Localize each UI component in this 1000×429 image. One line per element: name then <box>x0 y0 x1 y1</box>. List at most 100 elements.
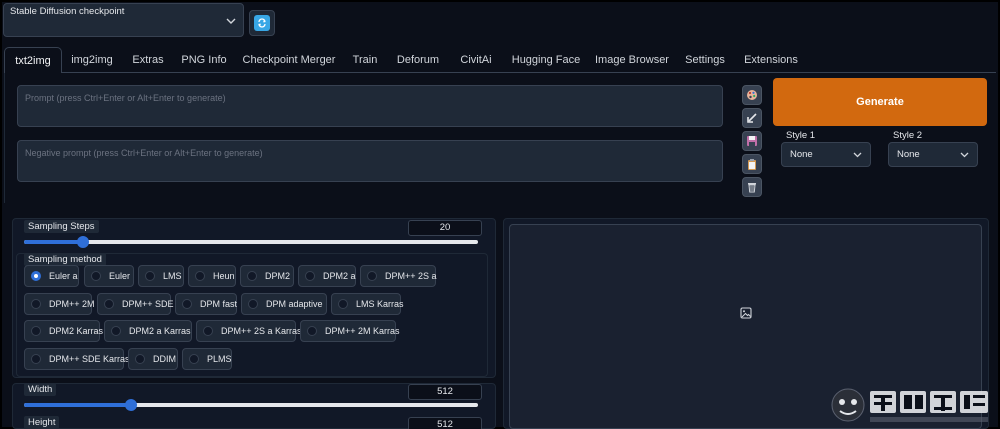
style-1-value: None <box>790 149 813 160</box>
interrogate-button[interactable] <box>742 85 762 105</box>
tab-extras[interactable]: Extras <box>128 47 168 73</box>
main-tabs: txt2img img2img Extras PNG Info Checkpoi… <box>4 47 996 73</box>
width-label: Width <box>24 383 57 396</box>
style-1-select[interactable]: None <box>781 142 871 167</box>
sampling-steps-label: Sampling Steps <box>24 220 99 233</box>
chevron-down-icon <box>853 152 862 158</box>
generate-button[interactable]: Generate <box>773 78 987 126</box>
sampler-label: DPM adaptive <box>266 299 323 309</box>
checkpoint-dropdown[interactable]: Stable Diffusion checkpoint <box>3 3 244 37</box>
sampler-dpmpp-2m-karras[interactable]: DPM++ 2M Karras <box>300 320 400 342</box>
sampler-dpm2-karras[interactable]: DPM2 Karras <box>24 320 104 342</box>
radio-dot <box>31 354 41 364</box>
read-params-button[interactable] <box>742 108 762 128</box>
radio-dot <box>247 271 257 281</box>
tab-txt2img[interactable]: txt2img <box>4 47 62 73</box>
sampler-dpmpp-2s-a-karras[interactable]: DPM++ 2S a Karras <box>196 320 302 342</box>
radio-dot <box>182 299 192 309</box>
radio-dot <box>195 271 205 281</box>
tab-deforum[interactable]: Deforum <box>395 47 441 73</box>
sampler-dpm2-a[interactable]: DPM2 a <box>298 265 356 287</box>
radio-dot <box>111 326 121 336</box>
style-2-value: None <box>897 149 920 160</box>
height-label: Height <box>24 416 60 429</box>
sampler-label: DPM2 a Karras <box>129 326 191 336</box>
slider-thumb[interactable] <box>77 236 90 248</box>
sampler-dpmpp-2m[interactable]: DPM++ 2M <box>24 293 95 315</box>
style-2-label: Style 2 <box>893 130 923 141</box>
trash-icon <box>748 183 756 193</box>
image-placeholder-icon <box>740 307 752 319</box>
sampler-lms-karras[interactable]: LMS Karras <box>331 293 404 315</box>
tab-png-info[interactable]: PNG Info <box>180 47 228 73</box>
sampler-dpm-fast[interactable]: DPM fast <box>175 293 237 315</box>
style-2-select[interactable]: None <box>888 142 978 167</box>
sampling-steps-input[interactable]: 20 <box>408 220 482 236</box>
sampler-euler[interactable]: Euler <box>84 265 134 287</box>
sampler-heun[interactable]: Heun <box>188 265 236 287</box>
width-input[interactable]: 512 <box>408 384 482 400</box>
sampler-label: LMS Karras <box>356 299 404 309</box>
site-watermark-logo <box>831 388 988 422</box>
sampler-dpm2-a-karras[interactable]: DPM2 a Karras <box>104 320 192 342</box>
sampler-ddim[interactable]: DDIM <box>128 348 178 370</box>
refresh-icon <box>254 15 270 31</box>
tab-image-browser[interactable]: Image Browser <box>594 47 670 73</box>
tab-checkpoint-merger[interactable]: Checkpoint Merger <box>242 47 336 73</box>
slider-thumb[interactable] <box>124 399 137 411</box>
chevron-down-icon <box>960 152 969 158</box>
radio-dot <box>203 326 213 336</box>
tab-extensions[interactable]: Extensions <box>742 47 800 73</box>
sampler-dpm2[interactable]: DPM2 <box>240 265 294 287</box>
tab-civitai[interactable]: CivitAi <box>456 47 496 73</box>
sampler-plms[interactable]: PLMS <box>182 348 232 370</box>
sampler-lms[interactable]: LMS <box>138 265 184 287</box>
sampler-dpmpp-2s-a[interactable]: DPM++ 2S a <box>360 265 437 287</box>
sampler-label: DPM++ 2S a <box>385 271 437 281</box>
sampler-label: DDIM <box>153 354 176 364</box>
arrow-down-left-icon <box>747 113 757 123</box>
tab-train[interactable]: Train <box>348 47 382 73</box>
sampler-label: DPM2 Karras <box>49 326 104 336</box>
width-slider[interactable] <box>24 399 478 411</box>
save-style-button[interactable] <box>742 131 762 151</box>
negative-prompt-input[interactable]: Negative prompt (press Ctrl+Enter or Alt… <box>17 140 723 182</box>
height-input[interactable]: 512 <box>408 417 482 429</box>
sampler-dpmpp-sde[interactable]: DPM++ SDE <box>97 293 174 315</box>
sampler-dpm-adaptive[interactable]: DPM adaptive <box>241 293 327 315</box>
tab-img2img[interactable]: img2img <box>66 47 118 73</box>
prompt-input[interactable]: Prompt (press Ctrl+Enter or Alt+Enter to… <box>17 85 723 127</box>
sampling-steps-slider[interactable] <box>24 236 478 248</box>
sampler-dpmpp-sde-karras[interactable]: DPM++ SDE Karras <box>24 348 130 370</box>
radio-dot <box>91 271 101 281</box>
sampler-label: DPM++ 2S a Karras <box>221 326 302 336</box>
radio-dot <box>104 299 114 309</box>
sampler-label: DPM fast <box>200 299 238 309</box>
radio-dot <box>338 299 348 309</box>
sampler-label: DPM2 <box>265 271 291 281</box>
sampler-label: DPM++ SDE <box>122 299 174 309</box>
radio-dot <box>307 326 317 336</box>
clear-prompt-button[interactable] <box>742 177 762 197</box>
tab-hugging-face[interactable]: Hugging Face <box>508 47 584 73</box>
refresh-checkpoint-button[interactable] <box>249 10 275 36</box>
sampler-label: Euler <box>109 271 131 281</box>
slider-fill <box>24 403 131 407</box>
sampler-euler-a[interactable]: Euler a <box>24 265 79 287</box>
tab-settings[interactable]: Settings <box>683 47 727 73</box>
radio-dot <box>305 271 315 281</box>
chevron-down-icon <box>226 18 236 24</box>
sampler-label: Euler a <box>49 271 78 281</box>
radio-dot <box>31 299 41 309</box>
apply-style-button[interactable] <box>742 154 762 174</box>
sampler-label: DPM++ 2M Karras <box>325 326 400 336</box>
sampler-label: PLMS <box>207 354 232 364</box>
radio-dot <box>145 271 155 281</box>
sampler-label: Heun <box>213 271 235 281</box>
radio-dot <box>367 271 377 281</box>
clipboard-icon <box>748 159 756 170</box>
radio-dot <box>189 354 199 364</box>
sampler-label: DPM++ 2M <box>49 299 95 309</box>
palette-icon <box>747 90 757 100</box>
checkpoint-label: Stable Diffusion checkpoint <box>10 6 125 17</box>
